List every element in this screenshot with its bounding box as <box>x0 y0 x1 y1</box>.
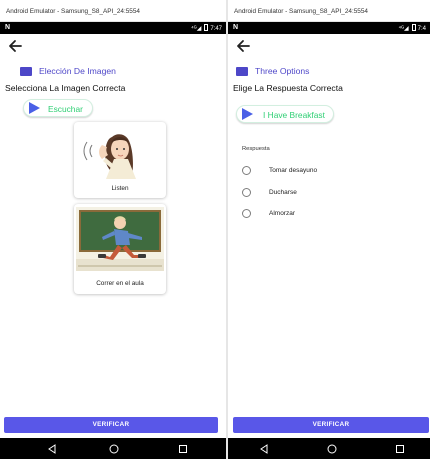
radio-option-label: Ducharse <box>269 188 297 196</box>
flag-icon <box>20 67 32 76</box>
recents-square-icon[interactable] <box>177 443 189 455</box>
home-circle-icon[interactable] <box>108 443 120 455</box>
card-label: Correr en el aula <box>96 280 144 287</box>
listening-girl-image <box>76 125 164 179</box>
play-icon <box>29 102 40 114</box>
listen-button[interactable]: I Have Breakfast <box>236 105 334 123</box>
instruction-text: Selecciona La Imagen Correcta <box>5 83 126 93</box>
radio-circle-icon[interactable] <box>242 166 251 175</box>
radio-option-label: Tomar desayuno <box>269 166 318 174</box>
heading-label: Three Options <box>255 66 310 76</box>
answer-group-title: Respuesta <box>242 146 270 152</box>
card-label: Listen <box>111 185 129 192</box>
status-time: 7:4 <box>417 26 426 32</box>
status-bar: N ⁴ᴳ◢ 7:4 <box>228 22 430 34</box>
status-bar: N ⁴ᴳ◢ 7:47 <box>0 22 226 34</box>
verify-button[interactable]: VERIFICAR <box>233 417 429 433</box>
android-nav-bar <box>228 438 430 459</box>
status-time: 7:47 <box>210 26 222 32</box>
android-nav-bar <box>0 438 226 459</box>
back-triangle-icon[interactable] <box>258 443 270 455</box>
radio-circle-icon[interactable] <box>242 188 251 197</box>
signal-icon: ⁴ᴳ◢ <box>398 26 409 32</box>
heading-label: Elección De Imagen <box>39 66 116 76</box>
image-option-card[interactable]: Listen <box>74 122 166 198</box>
radio-circle-icon[interactable] <box>242 209 251 218</box>
listen-button-label: Escuchar <box>48 103 83 114</box>
emulator-window-right: Android Emulator - Samsung_S8_API_24:555… <box>228 0 430 459</box>
home-circle-icon[interactable] <box>326 443 338 455</box>
arrow-left-icon[interactable] <box>6 37 24 55</box>
recents-square-icon[interactable] <box>394 443 406 455</box>
arrow-left-icon[interactable] <box>234 37 252 55</box>
battery-icon <box>411 24 416 31</box>
verify-button[interactable]: VERIFICAR <box>4 417 218 433</box>
listen-button-label: I Have Breakfast <box>263 109 325 120</box>
window-title: Android Emulator - Samsung_S8_API_24:555… <box>0 0 226 22</box>
notification-icon: N <box>5 24 11 31</box>
listen-button[interactable]: Escuchar <box>23 99 93 117</box>
running-boy-image <box>76 207 164 271</box>
play-icon <box>242 108 253 120</box>
image-option-card[interactable]: Correr en el aula <box>74 204 166 294</box>
window-title: Android Emulator - Samsung_S8_API_24:555… <box>228 0 430 22</box>
back-triangle-icon[interactable] <box>46 443 58 455</box>
battery-icon <box>204 24 209 31</box>
signal-icon: ⁴ᴳ◢ <box>191 26 202 32</box>
flag-icon <box>236 67 248 76</box>
radio-option-label: Almorzar <box>269 209 296 217</box>
instruction-text: Elige La Respuesta Correcta <box>233 83 343 93</box>
notification-icon: N <box>233 24 239 31</box>
emulator-window-left: Android Emulator - Samsung_S8_API_24:555… <box>0 0 226 459</box>
